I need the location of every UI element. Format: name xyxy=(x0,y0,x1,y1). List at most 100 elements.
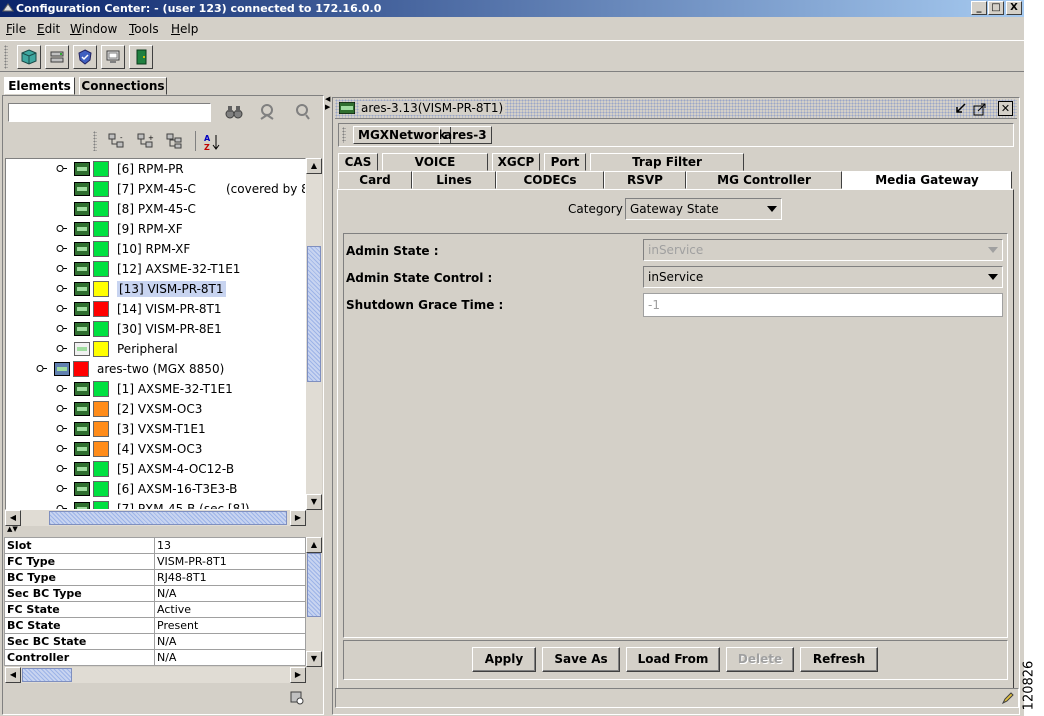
tree-item[interactable]: ares-two (MGX 8850) xyxy=(6,359,305,379)
breadcrumb-mgxnetwork[interactable]: MGXNetwork xyxy=(353,126,452,144)
tree-vertical-scrollbar[interactable]: ▲ ▼ xyxy=(306,158,322,510)
props-hscroll-thumb[interactable] xyxy=(22,668,72,682)
close-button[interactable]: X xyxy=(1006,1,1022,15)
cube-tool-button[interactable] xyxy=(17,45,41,69)
load-from-button[interactable]: Load From xyxy=(626,647,720,672)
tree-item[interactable]: [1] AXSME-32-T1E1 xyxy=(6,379,305,399)
tree-toolbar-grip[interactable] xyxy=(93,131,97,151)
maximize-button[interactable]: □ xyxy=(988,1,1004,15)
tree-item[interactable]: Peripheral xyxy=(6,339,305,359)
minimize-button[interactable]: _ xyxy=(971,1,987,15)
scroll-left-icon[interactable]: ◀ xyxy=(5,510,21,526)
tree-expander-icon[interactable] xyxy=(56,224,67,233)
sort-az-icon[interactable]: A Z xyxy=(203,133,221,151)
tree-item[interactable]: [7] PXM-45-C (covered by 8) xyxy=(6,179,305,199)
props-scroll-right-icon[interactable]: ▶ xyxy=(290,667,306,683)
expand-all-icon[interactable] xyxy=(166,133,184,149)
props-scroll-down-icon[interactable]: ▼ xyxy=(306,651,322,667)
tree-item[interactable]: [4] VXSM-OC3 xyxy=(6,439,305,459)
tree-expander-icon[interactable] xyxy=(36,364,47,373)
tab-xgcp[interactable]: XGCP xyxy=(492,153,540,171)
detail-frame-title-bar[interactable]: ares-3.13(VISM-PR-8T1) ✕ xyxy=(335,99,1017,119)
breadcrumb-ares-3[interactable]: ares-3 xyxy=(439,126,492,144)
tree-expander-icon[interactable] xyxy=(56,404,67,413)
search-input[interactable] xyxy=(8,103,211,122)
binoculars-icon[interactable] xyxy=(225,104,243,120)
tree-expander-icon[interactable] xyxy=(56,444,67,453)
tree-item[interactable]: [10] RPM-XF xyxy=(6,239,305,259)
horizontal-splitter[interactable]: ▲▼ xyxy=(5,525,322,535)
tab-trap-filter-configuration[interactable]: Trap Filter Configuration xyxy=(590,153,744,185)
apply-button[interactable]: Apply xyxy=(472,647,536,672)
tree-expander-icon[interactable] xyxy=(56,384,67,393)
detach-icon[interactable] xyxy=(973,102,987,116)
tree-item[interactable]: [12] AXSME-32-T1E1 xyxy=(6,259,305,279)
find-next-icon[interactable] xyxy=(293,103,311,121)
tree-scroll-thumb[interactable] xyxy=(307,246,321,382)
expand-tree-icon[interactable]: + xyxy=(137,133,155,149)
menu-file[interactable]: File xyxy=(6,22,26,36)
shield-tool-button[interactable] xyxy=(73,45,97,69)
tree-horizontal-scrollbar[interactable]: ◀ ▶ xyxy=(5,510,306,526)
menu-help[interactable]: Help xyxy=(171,22,198,36)
properties-vertical-scrollbar[interactable]: ▲ ▼ xyxy=(306,537,322,667)
tree-expander-icon[interactable] xyxy=(56,344,67,353)
frame-close-icon[interactable]: ✕ xyxy=(998,101,1013,116)
properties-horizontal-scrollbar[interactable]: ◀ ▶ xyxy=(5,667,306,683)
pencil-icon[interactable] xyxy=(1001,691,1015,705)
tab-connections[interactable]: Connections xyxy=(79,77,167,95)
tree-expander-icon[interactable] xyxy=(56,464,67,473)
tree-item[interactable]: [3] VXSM-T1E1 xyxy=(6,419,305,439)
admin-state-control-select[interactable]: inService xyxy=(643,266,1003,288)
element-tree[interactable]: [6] RPM-PR [7] PXM-45-C (covered by 8) [8] … xyxy=(5,158,306,510)
tree-item[interactable]: [7] PXM-45-B (sec [8]) xyxy=(6,499,305,509)
tree-item[interactable]: [14] VISM-PR-8T1 xyxy=(6,299,305,319)
menu-window[interactable]: Window xyxy=(70,22,117,36)
props-scroll-left-icon[interactable]: ◀ xyxy=(5,667,21,683)
tree-expander-icon[interactable] xyxy=(56,424,67,433)
splitter-arrows-icon[interactable]: ▲▼ xyxy=(7,525,18,533)
tab-card[interactable]: Card xyxy=(338,171,412,189)
tree-item[interactable]: [5] AXSM-4-OC12-B xyxy=(6,459,305,479)
tab-media-gateway[interactable]: Media Gateway xyxy=(842,171,1012,189)
props-scroll-up-icon[interactable]: ▲ xyxy=(306,537,322,553)
props-scroll-thumb[interactable] xyxy=(307,553,321,617)
tree-expander-icon[interactable] xyxy=(56,484,67,493)
tree-expander-icon[interactable] xyxy=(56,244,67,253)
tab-port[interactable]: Port xyxy=(544,153,586,171)
collapse-tree-icon[interactable]: - xyxy=(108,133,126,149)
tree-item[interactable]: [6] RPM-PR xyxy=(6,159,305,179)
save-as-button[interactable]: Save As xyxy=(542,647,620,672)
tree-hscroll-thumb[interactable] xyxy=(49,511,287,525)
tree-item[interactable]: [8] PXM-45-C xyxy=(6,199,305,219)
tab-cas[interactable]: CAS xyxy=(338,153,378,171)
title-bar[interactable]: Configuration Center: - (user 123) conne… xyxy=(0,0,1024,17)
tree-item[interactable]: [2] VXSM-OC3 xyxy=(6,399,305,419)
breadcrumb-grip[interactable] xyxy=(342,127,346,143)
scroll-up-icon[interactable]: ▲ xyxy=(306,158,322,174)
category-select[interactable]: Gateway State xyxy=(625,198,782,220)
tree-item[interactable]: [6] AXSM-16-T3E3-B xyxy=(6,479,305,499)
network-tool-button[interactable] xyxy=(45,45,69,69)
status-device-icon[interactable] xyxy=(289,690,305,706)
tab-rsvp[interactable]: RSVP xyxy=(604,171,686,189)
menu-tools[interactable]: Tools xyxy=(129,22,159,36)
tree-expander-icon[interactable] xyxy=(56,264,67,273)
menu-edit[interactable]: Edit xyxy=(37,22,60,36)
tree-item[interactable]: [9] RPM-XF xyxy=(6,219,305,239)
find-previous-icon[interactable] xyxy=(258,103,276,121)
tab-elements[interactable]: Elements xyxy=(4,77,75,95)
iconify-icon[interactable] xyxy=(954,102,968,116)
door-tool-button[interactable] xyxy=(129,45,153,69)
tab-lines[interactable]: Lines xyxy=(412,171,496,189)
tab-codecs[interactable]: CODECs xyxy=(496,171,604,189)
tab-mg-controller[interactable]: MG Controller xyxy=(686,171,842,189)
tree-item[interactable]: [13] VISM-PR-8T1 xyxy=(6,279,305,299)
tree-expander-icon[interactable] xyxy=(56,164,67,173)
monitor-tool-button[interactable] xyxy=(101,45,125,69)
toolbar-grip[interactable] xyxy=(4,45,8,69)
tree-expander-icon[interactable] xyxy=(56,304,67,313)
vsplitter-arrows-icon[interactable]: ◀ ▶ xyxy=(325,95,330,111)
scroll-right-icon[interactable]: ▶ xyxy=(290,510,306,526)
vertical-splitter[interactable]: ◀ ▶ xyxy=(325,95,331,715)
